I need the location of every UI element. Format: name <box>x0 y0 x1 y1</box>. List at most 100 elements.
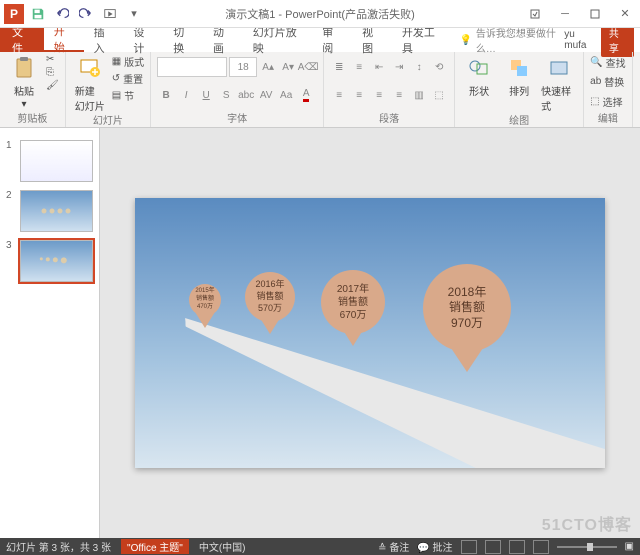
paste-button[interactable]: 粘贴▾ <box>6 54 42 110</box>
group-editing: 🔍查找 ab替换 ⬚选择 编辑 <box>584 52 632 127</box>
select-button[interactable]: ⬚选择 <box>590 94 625 109</box>
language-indicator[interactable]: 中文(中国) <box>199 539 246 554</box>
justify-button[interactable]: ≡ <box>390 85 408 105</box>
format-painter-button[interactable]: 🖌 <box>46 80 59 91</box>
tab-review[interactable]: 审阅 <box>312 28 352 52</box>
app-icon[interactable]: P <box>4 4 24 24</box>
user-name[interactable]: yu mufa <box>564 29 595 51</box>
tab-insert[interactable]: 插入 <box>84 28 124 52</box>
group-clipboard: 粘贴▾ ✂ ⎘ 🖌 剪贴板 <box>0 52 66 127</box>
comments-button[interactable]: 💬 批注 <box>417 539 452 554</box>
search-icon: 🔍 <box>590 57 602 68</box>
section-button[interactable]: ▤节 <box>112 88 144 103</box>
slide-canvas[interactable]: 2015年销售额470万 2016年销售额570万 2017年销售额670万 2… <box>135 198 605 468</box>
data-pin-2016[interactable]: 2016年销售额570万 <box>245 272 295 334</box>
maximize-button[interactable] <box>580 0 610 28</box>
tab-developer[interactable]: 开发工具 <box>392 28 452 52</box>
layout-icon: ▦ <box>112 56 121 67</box>
align-center-button[interactable]: ≡ <box>350 85 368 105</box>
ribbon-options-icon[interactable] <box>520 0 550 28</box>
underline-button[interactable]: U <box>197 85 215 105</box>
slideshow-view-button[interactable] <box>533 540 549 554</box>
data-pin-2017[interactable]: 2017年销售额670万 <box>321 270 385 346</box>
align-left-button[interactable]: ≡ <box>330 85 348 105</box>
shapes-button[interactable]: 形状 <box>461 54 497 98</box>
reading-view-button[interactable] <box>509 540 525 554</box>
font-family-select[interactable] <box>157 57 227 77</box>
char-spacing-button[interactable]: AV <box>257 85 275 105</box>
group-paragraph: ≣ ≡ ⇤ ⇥ ↕ ⟲ ≡ ≡ ≡ ≡ ▥ ⬚ 段落 <box>324 52 455 127</box>
copy-button[interactable]: ⎘ <box>46 67 59 78</box>
slide-thumbnail-3[interactable] <box>20 240 93 282</box>
font-color-button[interactable]: A <box>297 85 315 105</box>
smartart-button[interactable]: ⬚ <box>430 85 448 105</box>
bullets-button[interactable]: ≣ <box>330 57 348 77</box>
align-right-button[interactable]: ≡ <box>370 85 388 105</box>
increase-font-button[interactable]: A▴ <box>259 57 277 77</box>
tab-animations[interactable]: 动画 <box>203 28 243 52</box>
start-from-beginning-icon[interactable] <box>100 4 120 24</box>
decrease-indent-button[interactable]: ⇤ <box>370 57 388 77</box>
group-font: 18 A▴ A▾ A⌫ B I U S abc AV Aa A 字体 <box>151 52 324 127</box>
line-spacing-button[interactable]: ↕ <box>410 57 428 77</box>
group-label-drawing: 绘图 <box>461 112 577 127</box>
group-label-editing: 编辑 <box>590 110 625 125</box>
new-slide-icon <box>76 54 104 82</box>
tab-slideshow[interactable]: 幻灯片放映 <box>243 28 312 52</box>
decrease-font-button[interactable]: A▾ <box>279 57 297 77</box>
fit-to-window-button[interactable]: ▣ <box>625 541 634 552</box>
font-size-select[interactable]: 18 <box>229 57 257 77</box>
scissors-icon: ✂ <box>46 54 54 65</box>
increase-indent-button[interactable]: ⇥ <box>390 57 408 77</box>
data-pin-2015[interactable]: 2015年销售额470万 <box>189 284 221 328</box>
tab-file[interactable]: 文件 <box>0 28 44 52</box>
slide-thumbnail-2[interactable] <box>20 190 93 232</box>
strikethrough-button[interactable]: S <box>217 85 235 105</box>
slide-thumbnails-pane[interactable]: 1 2 3 <box>0 128 100 538</box>
shadow-button[interactable]: abc <box>237 85 255 105</box>
bold-button[interactable]: B <box>157 85 175 105</box>
road-shape[interactable] <box>185 318 605 468</box>
quick-styles-button[interactable]: 快速样式 <box>541 54 577 113</box>
tab-transitions[interactable]: 切换 <box>163 28 203 52</box>
qat-dropdown-icon[interactable]: ▾ <box>124 4 144 24</box>
status-bar: 幻灯片 第 3 张，共 3 张 "Office 主题" 中文(中国) ≙ 备注 … <box>0 538 640 555</box>
slide-thumbnail-1[interactable] <box>20 140 93 182</box>
arrange-button[interactable]: 排列 <box>501 54 537 98</box>
tab-home[interactable]: 开始 <box>44 28 84 52</box>
brush-icon: 🖌 <box>46 80 59 91</box>
zoom-slider[interactable] <box>557 546 617 548</box>
group-drawing: 形状 排列 快速样式 绘图 <box>455 52 584 127</box>
select-icon: ⬚ <box>590 96 599 107</box>
tab-design[interactable]: 设计 <box>123 28 163 52</box>
new-slide-button[interactable]: 新建 幻灯片 <box>72 54 108 113</box>
reset-button[interactable]: ↺重置 <box>112 71 144 86</box>
text-direction-button[interactable]: ⟲ <box>430 57 448 77</box>
redo-icon[interactable] <box>76 4 96 24</box>
group-label-paragraph: 段落 <box>330 110 448 125</box>
numbering-button[interactable]: ≡ <box>350 57 368 77</box>
quick-access-toolbar: P ▾ <box>0 4 144 24</box>
notes-button[interactable]: ≙ 备注 <box>378 539 409 554</box>
sorter-view-button[interactable] <box>485 540 501 554</box>
tab-view[interactable]: 视图 <box>352 28 392 52</box>
theme-indicator[interactable]: "Office 主题" <box>121 539 189 554</box>
editor-area: 1 2 3 2015年销售额470万 2016年销售额570万 2017年销售额… <box>0 128 640 538</box>
save-icon[interactable] <box>28 4 48 24</box>
undo-icon[interactable] <box>52 4 72 24</box>
slide-counter[interactable]: 幻灯片 第 3 张，共 3 张 <box>6 539 111 554</box>
change-case-button[interactable]: Aa <box>277 85 295 105</box>
group-label-clipboard: 剪贴板 <box>6 110 59 125</box>
data-pin-2018[interactable]: 2018年销售额970万 <box>423 264 511 372</box>
italic-button[interactable]: I <box>177 85 195 105</box>
find-button[interactable]: 🔍查找 <box>590 55 625 70</box>
layout-button[interactable]: ▦版式 <box>112 54 144 69</box>
cut-button[interactable]: ✂ <box>46 54 59 65</box>
close-button[interactable]: ✕ <box>610 0 640 28</box>
columns-button[interactable]: ▥ <box>410 85 428 105</box>
clear-format-button[interactable]: A⌫ <box>299 57 317 77</box>
minimize-button[interactable]: ─ <box>550 0 580 28</box>
replace-button[interactable]: ab替换 <box>590 74 625 89</box>
tell-me-search[interactable]: 💡 告诉我您想要做什么… <box>459 28 564 52</box>
normal-view-button[interactable] <box>461 540 477 554</box>
